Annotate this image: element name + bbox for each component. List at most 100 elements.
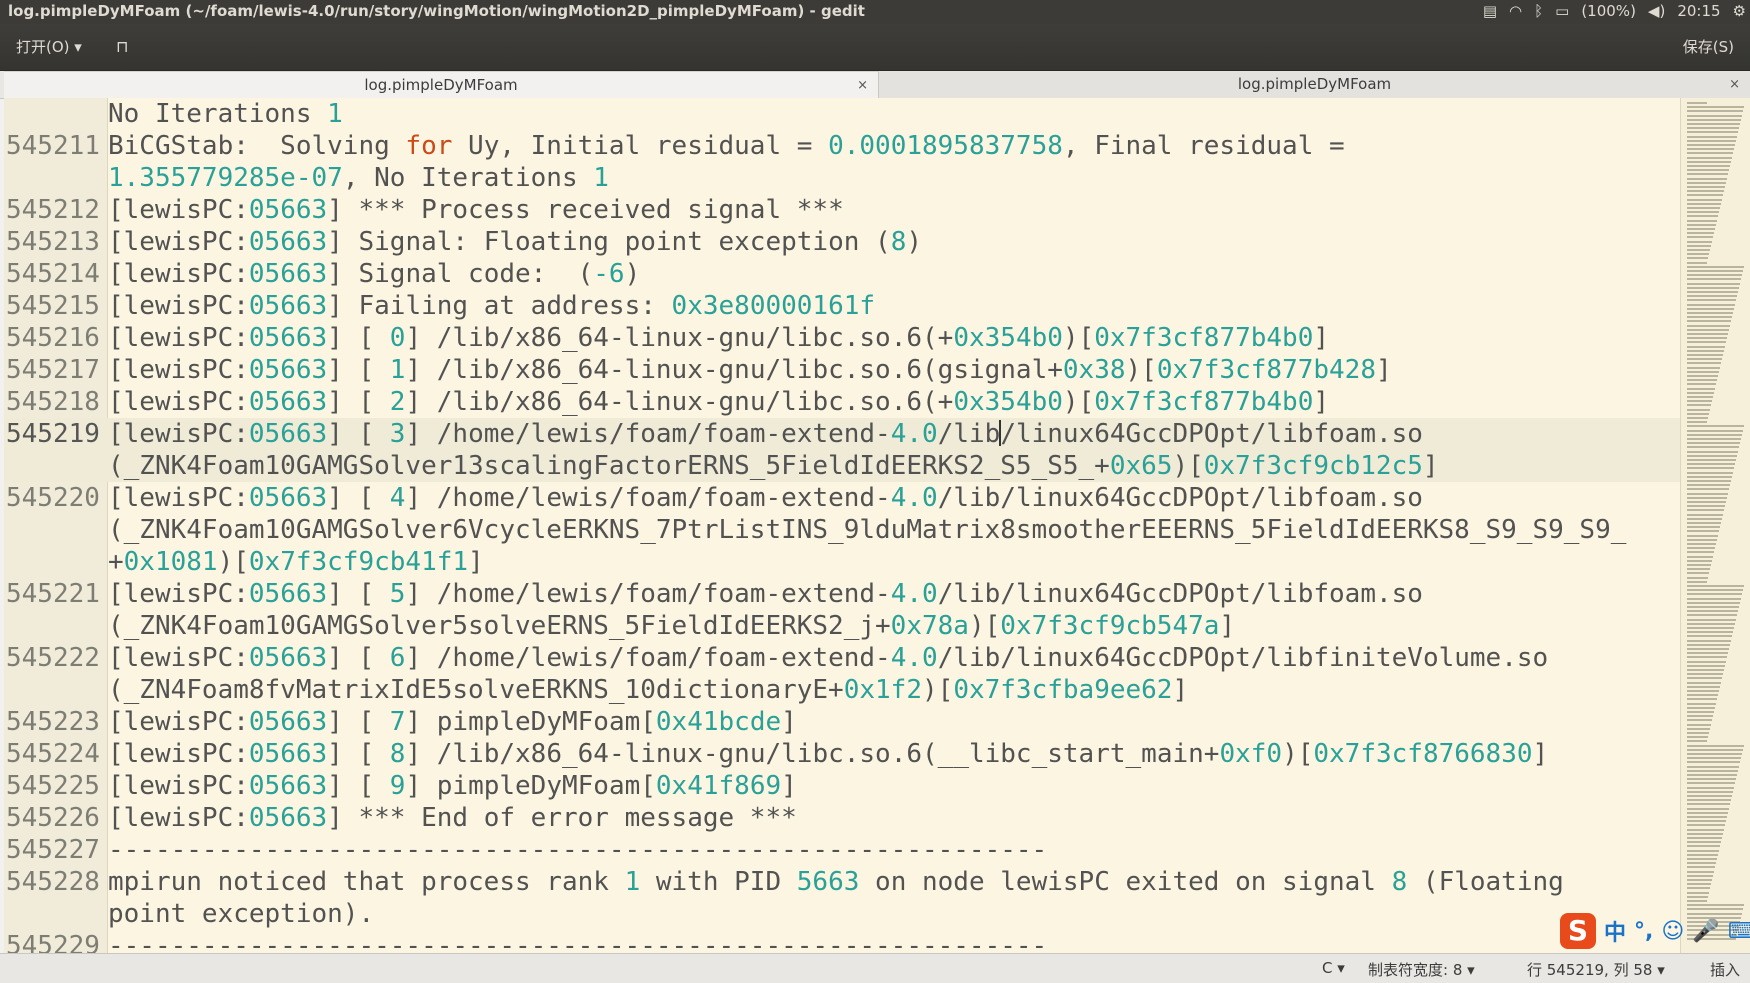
text-token: on node lewisPC exited on signal bbox=[859, 867, 1392, 897]
minimap-line bbox=[1687, 291, 1738, 293]
number-token: 0x1f2 bbox=[843, 675, 922, 705]
log-line[interactable]: 545226 [lewisPC:05663] *** End of error m… bbox=[4, 802, 1680, 834]
keyboard-indicator-icon[interactable]: ▤ bbox=[1483, 2, 1497, 20]
insert-mode-indicator: 插入 bbox=[1710, 961, 1741, 979]
status-bar: C ▾ 制表符宽度: 8 ▾ 行 545219, 列 58 ▾ 插入 bbox=[0, 953, 1750, 983]
line-number: 545218 bbox=[6, 387, 100, 417]
sogou-logo-icon[interactable]: S bbox=[1560, 913, 1596, 949]
title-bar: log.pimpleDyMFoam (~/foam/lewis-4.0/run/… bbox=[0, 0, 1750, 24]
emoji-icon[interactable]: ☺ bbox=[1661, 919, 1684, 944]
log-line[interactable]: 545213 [lewisPC:05663] Signal: Floating p… bbox=[4, 226, 1680, 258]
line-row: [lewisPC:05663] [ 4] /home/lewis/foam/fo… bbox=[108, 482, 1680, 514]
minimap-line bbox=[1687, 417, 1708, 419]
line-row: ----------------------------------------… bbox=[108, 834, 1680, 866]
text-token: )[ bbox=[1172, 451, 1204, 481]
log-line[interactable]: No Iterations 1 bbox=[4, 98, 1680, 130]
close-icon[interactable]: × bbox=[857, 72, 868, 99]
text-token: [lewisPC: bbox=[108, 803, 249, 833]
number-token: 8 bbox=[1391, 867, 1408, 897]
log-line[interactable]: 545223 [lewisPC:05663] [ 7] pimpleDyMFoam… bbox=[4, 706, 1680, 738]
text-token: ] pimpleDyMFoam[ bbox=[405, 771, 656, 801]
minimap-line bbox=[1687, 286, 1739, 289]
ime-punctuation-toggle[interactable]: °, bbox=[1634, 919, 1653, 944]
number-token: 05663 bbox=[248, 803, 328, 833]
battery-icon[interactable]: ▭ bbox=[1555, 2, 1569, 20]
new-document-icon[interactable]: ⊓ bbox=[108, 32, 136, 62]
wifi-icon[interactable]: ◠ bbox=[1509, 2, 1522, 20]
minimap-line bbox=[1687, 160, 1731, 163]
editor-lines[interactable]: No Iterations 1 545211 BiCGStab: Solving f… bbox=[4, 98, 1680, 953]
minimap-line bbox=[1687, 223, 1716, 226]
minimap-line bbox=[1687, 505, 1725, 508]
number-token: 1 bbox=[593, 163, 609, 193]
tab-width-selector[interactable]: 制表符宽度: 8 ▾ bbox=[1368, 959, 1475, 980]
log-line[interactable]: 545216 [lewisPC:05663] [ 0] /lib/x86_64-l… bbox=[4, 322, 1680, 354]
number-token: 05663 bbox=[248, 419, 328, 449]
minimap-line bbox=[1687, 102, 1707, 104]
open-button[interactable]: 打开(O) ▾ bbox=[8, 32, 90, 62]
log-line[interactable]: 545221 [lewisPC:05663] [ 5] /home/lewis/f… bbox=[4, 578, 1680, 642]
minimap-line bbox=[1687, 643, 1730, 646]
tab-log-2[interactable]: log.pimpleDyMFoam × bbox=[879, 71, 1750, 98]
line-number: 545214 bbox=[6, 259, 100, 289]
language-selector[interactable]: C ▾ bbox=[1322, 959, 1345, 977]
clock[interactable]: 20:15 bbox=[1677, 2, 1720, 20]
volume-icon[interactable]: ◀) bbox=[1648, 2, 1665, 20]
text-token: ] [ bbox=[327, 483, 390, 513]
line-number: 545227 bbox=[6, 835, 100, 865]
log-line[interactable]: 545218 [lewisPC:05663] [ 2] /lib/x86_64-l… bbox=[4, 386, 1680, 418]
log-line[interactable]: 545229 ----------------------------------… bbox=[4, 930, 1680, 953]
line-row: [lewisPC:05663] Signal code: (-6) bbox=[108, 258, 1680, 290]
minimap-line bbox=[1687, 879, 1712, 881]
log-line[interactable]: 545215 [lewisPC:05663] Failing at address… bbox=[4, 290, 1680, 322]
tab-log-1[interactable]: log.pimpleDyMFoam × bbox=[4, 71, 879, 99]
microphone-icon[interactable]: 🎤 bbox=[1692, 919, 1719, 944]
number-token: 0x41f869 bbox=[655, 771, 782, 801]
log-line[interactable]: 545212 [lewisPC:05663] *** Process receiv… bbox=[4, 194, 1680, 226]
minimap-line bbox=[1687, 421, 1707, 424]
minimap-line bbox=[1687, 375, 1718, 377]
line-row: mpirun noticed that process rank 1 with … bbox=[108, 866, 1680, 898]
log-line[interactable]: 545224 [lewisPC:05663] [ 8] /lib/x86_64-l… bbox=[4, 738, 1680, 770]
gear-icon[interactable]: ⚙ bbox=[1733, 2, 1746, 20]
log-line[interactable]: 545220 [lewisPC:05663] [ 4] /home/lewis/f… bbox=[4, 482, 1680, 578]
number-token: 0x7f3cf877b4b0 bbox=[1094, 323, 1314, 353]
ime-language-toggle[interactable]: 中 bbox=[1604, 915, 1626, 947]
minimap-line bbox=[1687, 278, 1741, 281]
log-line[interactable]: 545211 BiCGStab: Solving for Uy, Initial … bbox=[4, 130, 1680, 194]
document-minimap[interactable] bbox=[1680, 98, 1750, 953]
minimap-line bbox=[1687, 261, 1707, 264]
cursor-position[interactable]: 行 545219, 列 58 ▾ bbox=[1527, 959, 1665, 980]
minimap-line bbox=[1687, 328, 1729, 331]
text-editor[interactable]: No Iterations 1 545211 BiCGStab: Solving f… bbox=[4, 98, 1680, 953]
save-button[interactable]: 保存(S) bbox=[1675, 32, 1742, 62]
log-line[interactable]: 545219 [lewisPC:05663] [ 3] /home/lewis/f… bbox=[4, 418, 1680, 482]
minimap-line bbox=[1687, 433, 1742, 436]
minimap-line bbox=[1687, 383, 1716, 386]
minimap-line bbox=[1687, 488, 1729, 491]
minimap-line bbox=[1687, 639, 1731, 642]
line-number: 545229 bbox=[6, 931, 100, 953]
text-token: [lewisPC: bbox=[108, 387, 249, 417]
minimap-line bbox=[1687, 425, 1744, 428]
keyboard-icon[interactable]: ⌨ bbox=[1728, 919, 1750, 944]
minimap-line bbox=[1687, 484, 1730, 487]
minimap-line bbox=[1687, 547, 1715, 550]
log-line[interactable]: 545214 [lewisPC:05663] Signal code: (-6) bbox=[4, 258, 1680, 290]
line-row: [lewisPC:05663] [ 5] /home/lewis/foam/fo… bbox=[108, 578, 1680, 610]
log-line[interactable]: 545228 mpirun noticed that process rank 1… bbox=[4, 866, 1680, 930]
number-token: 3 bbox=[389, 419, 406, 449]
bluetooth-icon[interactable]: ᛒ bbox=[1534, 2, 1543, 20]
text-token: ] bbox=[468, 547, 484, 577]
minimap-line bbox=[1687, 316, 1732, 319]
minimap-line bbox=[1687, 270, 1743, 272]
minimap-line bbox=[1687, 858, 1717, 860]
log-line[interactable]: 545225 [lewisPC:05663] [ 9] pimpleDyMFoam… bbox=[4, 770, 1680, 802]
minimap-line bbox=[1687, 732, 1709, 734]
log-line[interactable]: 545217 [lewisPC:05663] [ 1] /lib/x86_64-l… bbox=[4, 354, 1680, 386]
log-line[interactable]: 545227 ----------------------------------… bbox=[4, 834, 1680, 866]
log-line[interactable]: 545222 [lewisPC:05663] [ 6] /home/lewis/f… bbox=[4, 642, 1680, 706]
close-icon[interactable]: × bbox=[1729, 71, 1740, 98]
line-row: BiCGStab: Solving for Uy, Initial residu… bbox=[108, 130, 1680, 162]
text-token: Uy, Initial residual = bbox=[452, 131, 829, 161]
